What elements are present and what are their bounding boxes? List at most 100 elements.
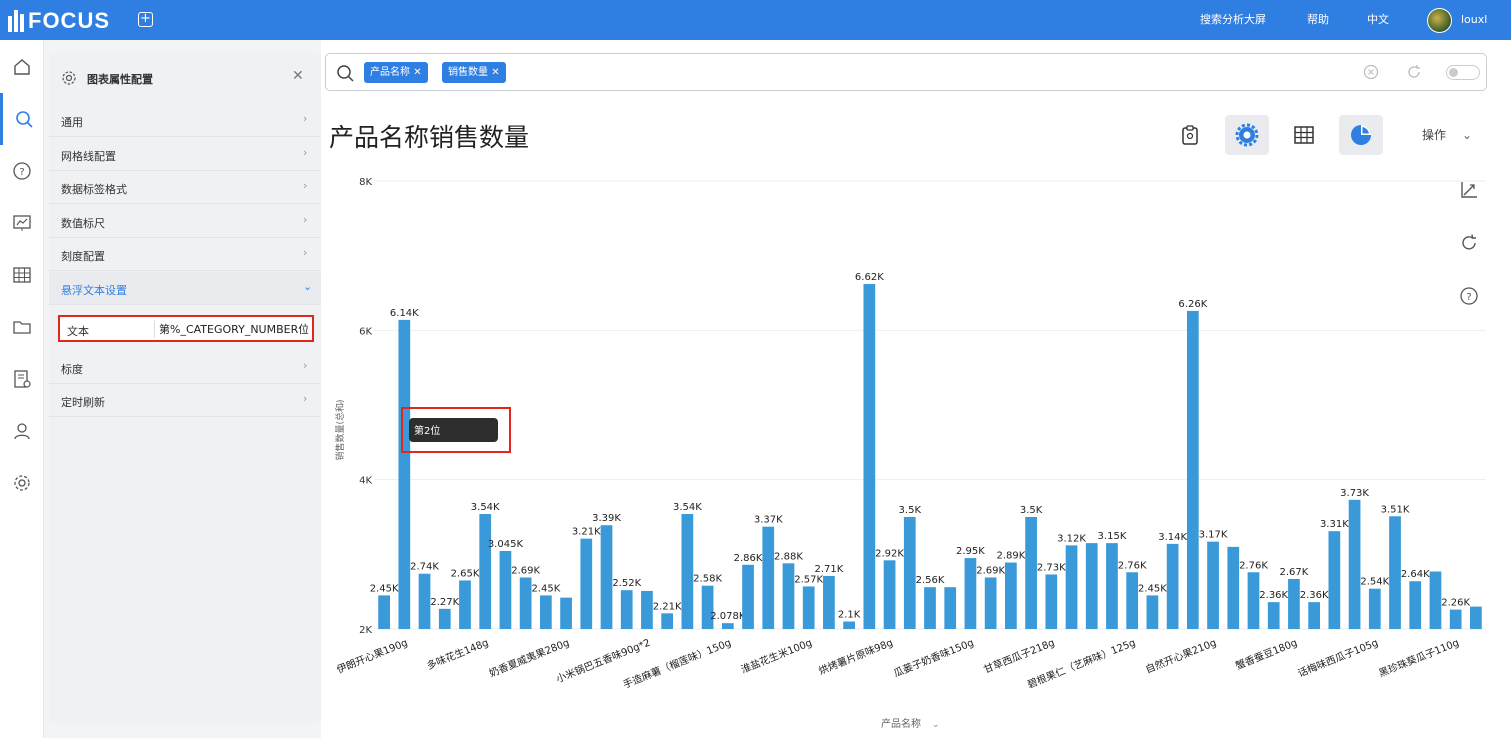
bar <box>1065 545 1078 629</box>
hover-text-input[interactable] <box>154 320 308 338</box>
data-label: 3.21K <box>572 527 601 538</box>
data-label: 2.76K <box>1118 560 1147 571</box>
tooltip-text: 第2位 <box>414 424 440 437</box>
language-switch[interactable]: 中文 <box>1367 0 1389 40</box>
home-icon[interactable] <box>0 41 44 93</box>
left-nav: ? <box>0 40 44 738</box>
chart-refresh-icon[interactable] <box>1458 232 1480 254</box>
close-icon[interactable]: ✕ <box>292 68 304 84</box>
refresh-icon[interactable] <box>1406 64 1422 84</box>
x-tick-label: 伊朗开心果190g <box>335 637 409 676</box>
y-tick-label: 8K <box>359 177 372 188</box>
nav-help-link[interactable]: 帮助 <box>1307 0 1329 40</box>
axis-icon[interactable] <box>1458 179 1480 201</box>
main-area: 产品名称 ✕ 销售数量 ✕ 产品名称销售数量 操作 ⌄ ? 2K 4K 6K 8K 销售数… <box>321 40 1511 738</box>
data-label: 2.36K <box>1300 590 1329 601</box>
data-label: 2.26K <box>1441 598 1470 609</box>
focus-logo[interactable]: FOCUS <box>8 8 110 34</box>
nav-dashboard-link[interactable]: 搜索分析大屏 <box>1200 0 1266 40</box>
clear-icon[interactable] <box>1363 64 1379 84</box>
menu-auto-refresh[interactable]: 定时刷新 › <box>49 384 321 417</box>
chart-title: 产品名称销售数量 <box>329 123 530 152</box>
data-label: 2.45K <box>370 583 399 594</box>
data-label: 6.14K <box>390 308 419 319</box>
data-label: 3.14K <box>1158 532 1187 543</box>
data-label: 2.74K <box>410 562 439 573</box>
bar <box>641 590 653 629</box>
menu-gridline[interactable]: 网格线配置 › <box>49 138 321 171</box>
data-label: 2.58K <box>693 574 722 585</box>
data-label: 2.69K <box>511 565 540 576</box>
table-icon[interactable] <box>0 249 44 301</box>
menu-hover-text[interactable]: 悬浮文本设置 ⌄ <box>49 272 321 305</box>
bar <box>1449 609 1462 629</box>
data-label: 3.045K <box>488 539 524 550</box>
bar <box>1368 588 1381 629</box>
chart-help-icon[interactable]: ? <box>1458 285 1480 307</box>
menu-value-ruler[interactable]: 数值标尺 › <box>49 205 321 238</box>
user-icon[interactable] <box>0 405 44 457</box>
menu-scale[interactable]: 标度 › <box>49 351 321 384</box>
bar <box>701 585 714 629</box>
tag-close-icon[interactable]: ✕ <box>491 67 499 78</box>
gear-icon[interactable] <box>0 457 44 509</box>
search-bar[interactable]: 产品名称 ✕ 销售数量 ✕ <box>325 53 1487 91</box>
menu-label: 数值标尺 <box>61 217 105 230</box>
chevron-right-icon: › <box>303 179 308 192</box>
search-icon[interactable] <box>0 93 44 145</box>
data-label: 3.5K <box>899 505 922 516</box>
user-name[interactable]: louxl <box>1461 0 1487 40</box>
help-icon[interactable]: ? <box>0 145 44 197</box>
menu-scale-config[interactable]: 刻度配置 › <box>49 238 321 271</box>
search-tag-product[interactable]: 产品名称 ✕ <box>364 62 428 83</box>
bar <box>681 514 694 629</box>
bar <box>1247 572 1260 629</box>
panel-title: 图表属性配置 <box>87 73 153 86</box>
bar <box>1146 595 1159 629</box>
table-view-icon[interactable] <box>1282 115 1326 155</box>
chart-board-icon[interactable] <box>0 197 44 249</box>
tooltip-highlight-box <box>401 407 511 453</box>
chevron-right-icon: › <box>303 146 308 159</box>
data-label: 3.54K <box>471 502 500 513</box>
operations-menu[interactable]: 操作 ⌄ <box>1422 126 1472 143</box>
data-label: 2.65K <box>451 568 480 579</box>
menu-label: 网格线配置 <box>61 150 116 163</box>
bar <box>802 586 815 629</box>
data-label: 2.56K <box>916 575 945 586</box>
folder-icon[interactable] <box>0 301 44 353</box>
bar <box>944 587 957 629</box>
report-settings-icon[interactable] <box>0 353 44 405</box>
bar <box>1005 562 1017 629</box>
clipboard-icon[interactable] <box>1168 115 1212 155</box>
logo-mark-icon <box>8 10 24 32</box>
data-label: 3.37K <box>754 515 783 526</box>
bar <box>863 284 876 629</box>
menu-general[interactable]: 通用 › <box>49 104 321 137</box>
menu-data-label-format[interactable]: 数据标签格式 › <box>49 171 321 204</box>
bar <box>661 613 674 629</box>
data-label: 2.078K <box>710 611 746 622</box>
bar <box>398 319 411 629</box>
mode-toggle[interactable] <box>1446 65 1480 80</box>
user-avatar[interactable] <box>1427 8 1452 33</box>
settings-icon[interactable] <box>1225 115 1269 155</box>
tooltip-box <box>409 418 498 442</box>
bar <box>964 558 977 629</box>
search-tag-quantity[interactable]: 销售数量 ✕ <box>442 62 506 83</box>
svg-text:?: ? <box>1466 292 1471 303</box>
data-label: 3.54K <box>673 502 702 513</box>
tag-close-icon[interactable]: ✕ <box>413 67 421 78</box>
bar <box>1045 574 1058 629</box>
pie-chart-icon[interactable] <box>1339 115 1383 155</box>
data-label: 3.39K <box>592 513 621 524</box>
x-tick-label: 多味花生148g <box>425 636 491 673</box>
x-axis-label: 产品名称 <box>881 717 921 730</box>
data-label: 2.45K <box>531 583 560 594</box>
data-label: 2.73K <box>1037 562 1066 573</box>
data-label: 2.86K <box>734 553 763 564</box>
plus-square-icon[interactable]: + <box>138 12 153 27</box>
chevron-down-icon: ⌄ <box>1462 128 1473 142</box>
chart-config-panel: 图表属性配置 ✕ 通用 › 网格线配置 › 数据标签格式 › 数值标尺 › 刻度配置 › … <box>49 53 321 723</box>
bar <box>742 564 754 629</box>
